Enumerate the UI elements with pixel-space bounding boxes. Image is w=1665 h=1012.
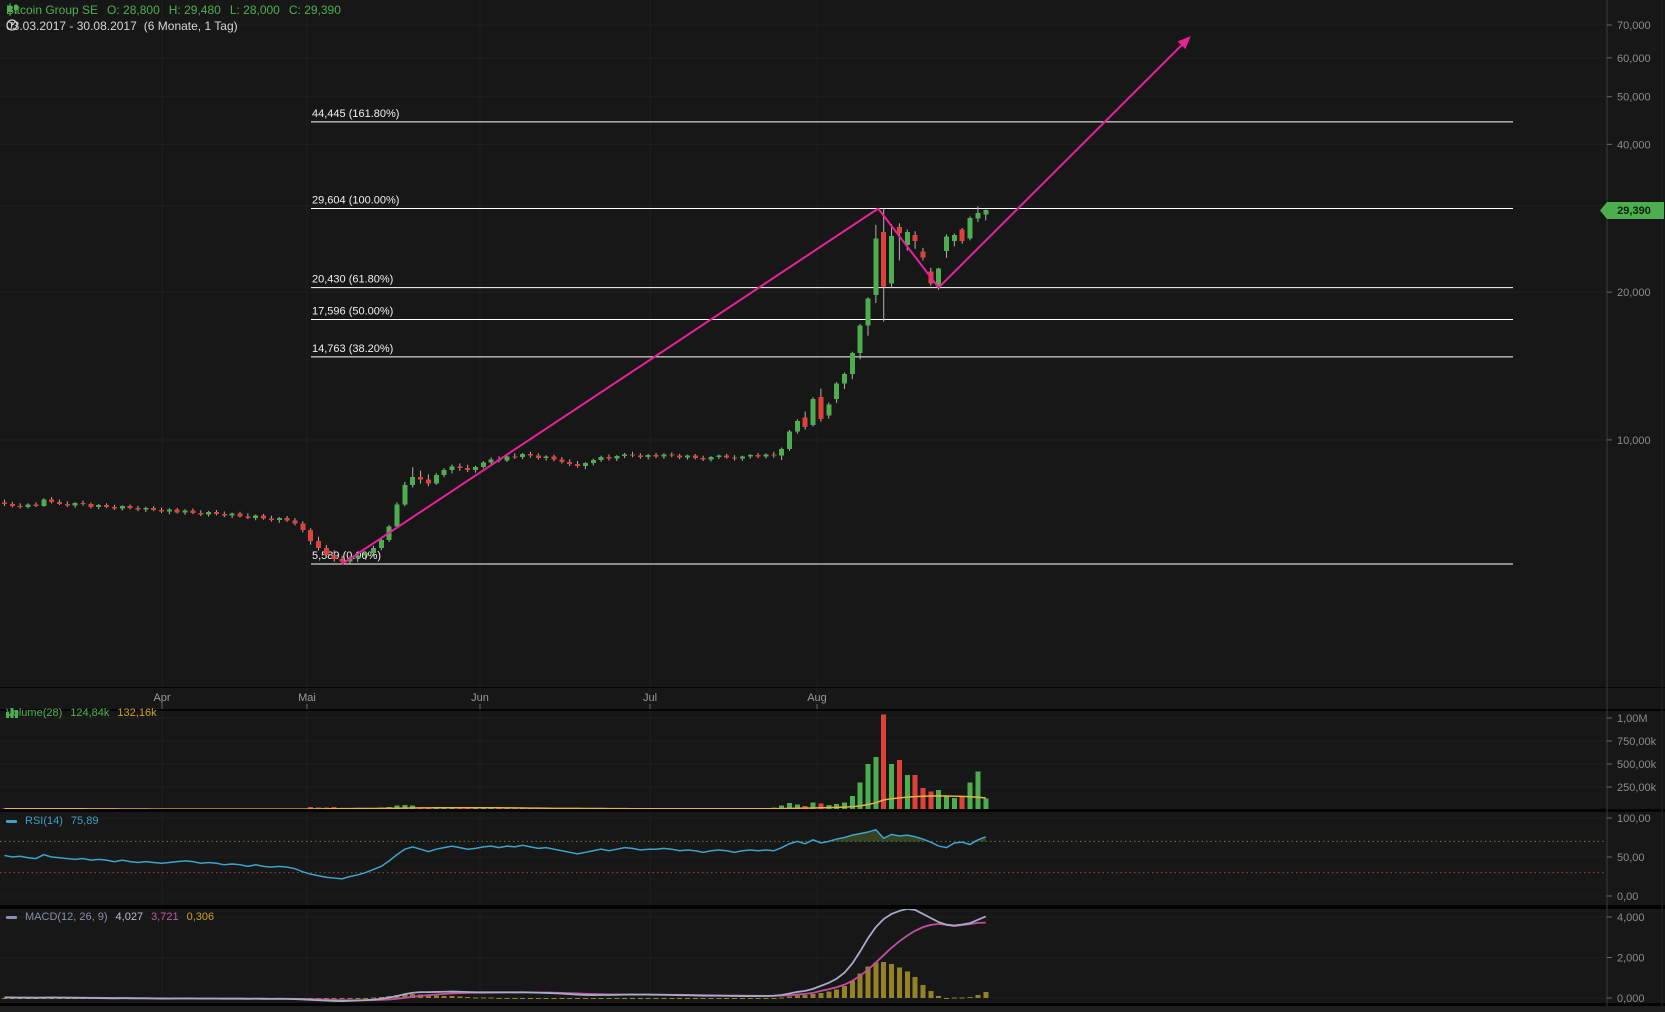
date-range: 03.03.2017 - 30.08.2017 — [6, 19, 137, 33]
trading-chart-app: 44,445 (161.80%) 29,604 (100.00%) 20,430 (… — [0, 0, 1665, 1012]
axis-tick-label: 60,000 — [1617, 53, 1651, 65]
time-axis-month-label: Jun — [471, 692, 489, 704]
chart-canvas[interactable]: 44,445 (161.80%) 29,604 (100.00%) 20,430 (… — [0, 0, 1665, 1012]
macd-value: 4,027 — [115, 911, 144, 923]
volume-indicator-header: Volume(28) 124,84k 132,16k — [6, 707, 157, 719]
fib-level-label: 14,763 (38.20%) — [312, 343, 393, 355]
time-axis-month-label: Aug — [807, 692, 827, 704]
symbol-header: Bitcoin Group SE O: 28,800 H: 29,480 L: … — [6, 3, 341, 17]
volume-ma-value: 132,16k — [117, 707, 157, 719]
axis-tick-label: 10,000 — [1617, 435, 1651, 447]
macd-line-icon — [6, 915, 17, 919]
fib-level-label: 17,596 (50.00%) — [312, 305, 393, 317]
period-label: (6 Monate, 1 Tag) — [143, 19, 238, 33]
axis-tick-label: 40,000 — [1617, 139, 1651, 151]
macd-label[interactable]: MACD(12, 26, 9) — [25, 911, 108, 923]
rsi-label[interactable]: RSI(14) — [25, 815, 63, 827]
fib-level-label: 20,430 (61.80%) — [312, 274, 393, 286]
axis-tick-label: 70,000 — [1617, 20, 1651, 32]
axis-tick-label: 0,00 — [1617, 891, 1638, 903]
macd-indicator-header: MACD(12, 26, 9) 4,027 3,721 0,306 — [6, 911, 214, 923]
fib-level-label: 44,445 (161.80%) — [312, 108, 399, 120]
symbol-name[interactable]: Bitcoin Group SE — [6, 3, 98, 17]
rsi-value: 75,89 — [70, 815, 99, 827]
rsi-indicator-header: RSI(14) 75,89 — [6, 815, 98, 827]
axis-tick-label: 50,00 — [1617, 852, 1645, 864]
axis-tick-label: 4,000 — [1617, 912, 1645, 924]
volume-value: 124,84k — [70, 707, 110, 719]
ohlc-open: O: 28,800 — [107, 3, 160, 17]
axis-tick-label: 750,00k — [1617, 736, 1657, 748]
axis-tick-label: 1,00M — [1617, 713, 1648, 725]
fib-level-label: 29,604 (100.00%) — [312, 195, 399, 207]
axis-tick-label: 500,00k — [1617, 759, 1657, 771]
last-price-value: 29,390 — [1617, 204, 1651, 217]
volume-bars-icon — [6, 708, 18, 718]
bottom-scrollbar-strip — [0, 1006, 1665, 1012]
ohlc-close: C: 29,390 — [288, 3, 341, 17]
axis-tick-label: 250,00k — [1617, 782, 1657, 794]
macd-signal-value: 3,721 — [151, 911, 179, 923]
ohlc-high: H: 29,480 — [168, 3, 221, 17]
candlestick-icon — [8, 3, 18, 16]
axis-tick-label: 100,00 — [1617, 813, 1651, 825]
rsi-line-icon — [6, 819, 17, 823]
time-axis-month-label: Mai — [298, 692, 316, 704]
macd-hist-value: 0,306 — [186, 911, 215, 923]
time-axis-month-label: Jul — [643, 692, 657, 704]
ohlc-low: L: 28,000 — [229, 3, 280, 17]
axis-tick-label: 50,000 — [1617, 92, 1651, 104]
last-price-badge: 29,390 — [1600, 202, 1664, 219]
axis-tick-label: 2,000 — [1617, 953, 1645, 965]
axis-tick-label: 20,000 — [1617, 287, 1651, 299]
clock-icon — [6, 19, 18, 31]
date-range-header: 03.03.2017 - 30.08.2017 (6 Monate, 1 Tag… — [6, 19, 238, 33]
time-axis-month-label: Apr — [153, 692, 170, 704]
axis-tick-label: 0,000 — [1617, 993, 1645, 1005]
